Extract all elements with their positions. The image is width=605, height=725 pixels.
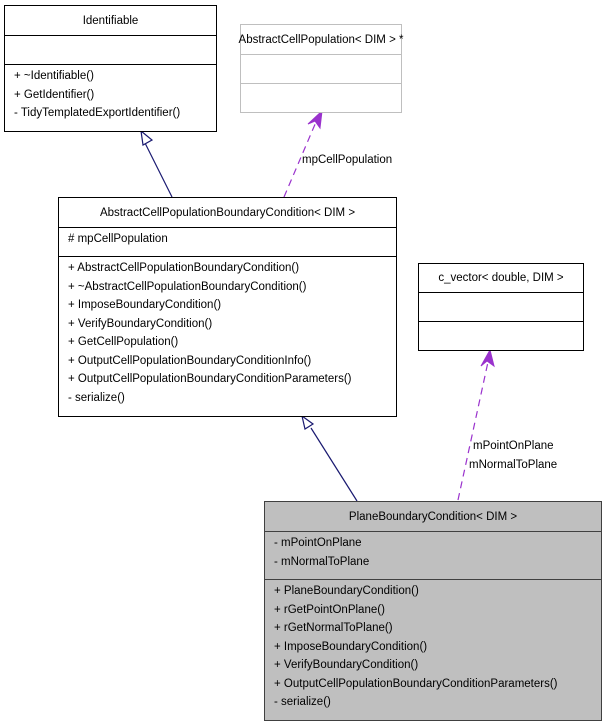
attribute: - mPointOnPlane bbox=[274, 537, 362, 549]
methods-section: + AbstractCellPopulationBoundaryConditio… bbox=[59, 256, 396, 407]
method: + GetCellPopulation() bbox=[68, 336, 179, 348]
inheritance-arrowhead-icon bbox=[140, 129, 154, 146]
class-identifiable[interactable]: Identifiable + ~Identifiable() + GetIden… bbox=[4, 5, 217, 132]
method: + OutputCellPopulationBoundaryConditionI… bbox=[68, 354, 312, 367]
class-plane-boundary-condition[interactable]: PlaneBoundaryCondition< DIM > - mPointOn… bbox=[264, 501, 602, 721]
attributes-section: # mpCellPopulation bbox=[59, 227, 396, 256]
method: - TidyTemplatedExportIdentifier() bbox=[14, 107, 181, 119]
methods-section: + PlaneBoundaryCondition() + rGetPointOn… bbox=[265, 579, 601, 712]
edge-inherit-abstract bbox=[301, 414, 358, 502]
methods-section: + ~Identifiable() + GetIdentifier() - Ti… bbox=[5, 64, 216, 123]
method: + rGetNormalToPlane() bbox=[274, 622, 393, 634]
method: + OutputCellPopulationBoundaryConditionP… bbox=[274, 677, 558, 690]
class-name: Identifiable bbox=[82, 14, 139, 27]
method: + OutputCellPopulationBoundaryConditionP… bbox=[68, 373, 352, 385]
method: + GetIdentifier() bbox=[14, 88, 95, 101]
class-abstract-cell-population-boundary-condition[interactable]: AbstractCellPopulationBoundaryCondition<… bbox=[58, 197, 397, 417]
methods-section bbox=[419, 321, 583, 350]
class-abstract-cell-population[interactable]: AbstractCellPopulation< DIM > * bbox=[238, 24, 404, 113]
attributes-section: - mPointOnPlane - mNormalToPlane bbox=[265, 531, 601, 579]
edge-label-mpointonplane: mPointOnPlane bbox=[473, 440, 554, 452]
class-name: PlaneBoundaryCondition< DIM > bbox=[348, 510, 518, 523]
attributes-section bbox=[419, 292, 583, 321]
attribute: - mNormalToPlane bbox=[274, 555, 370, 568]
class-c-vector[interactable]: c_vector< double, DIM > bbox=[418, 263, 584, 351]
class-name: AbstractCellPopulation< DIM > * bbox=[238, 33, 404, 46]
attributes-section bbox=[241, 54, 401, 83]
edge-label-mnormaltoplane: mNormalToPlane bbox=[469, 459, 558, 471]
method: + PlaneBoundaryCondition() bbox=[274, 585, 419, 597]
method: + VerifyBoundaryCondition() bbox=[274, 659, 419, 671]
class-name: c_vector< double, DIM > bbox=[438, 272, 564, 284]
method: + ~Identifiable() bbox=[14, 70, 94, 82]
method: - serialize() bbox=[68, 391, 125, 404]
method: + VerifyBoundaryCondition() bbox=[68, 317, 213, 330]
method: + ImposeBoundaryCondition() bbox=[274, 640, 428, 653]
method: + ImposeBoundaryCondition() bbox=[68, 299, 222, 311]
edge-label-mpcellpopulation: mpCellPopulation bbox=[302, 154, 393, 166]
method: + AbstractCellPopulationBoundaryConditio… bbox=[68, 262, 300, 274]
usage-arrowhead-icon bbox=[480, 348, 495, 368]
edge-inherit-identifiable bbox=[140, 129, 173, 198]
attributes-section bbox=[5, 35, 216, 64]
inheritance-arrowhead-icon bbox=[301, 414, 315, 430]
method: - serialize() bbox=[274, 696, 331, 708]
methods-section bbox=[241, 83, 401, 112]
method: + ~AbstractCellPopulationBoundaryConditi… bbox=[68, 280, 307, 293]
edge-uses-c-vector bbox=[457, 348, 495, 501]
method: + rGetPointOnPlane() bbox=[274, 603, 385, 616]
attribute: # mpCellPopulation bbox=[68, 233, 168, 245]
class-name: AbstractCellPopulationBoundaryCondition<… bbox=[99, 206, 356, 219]
